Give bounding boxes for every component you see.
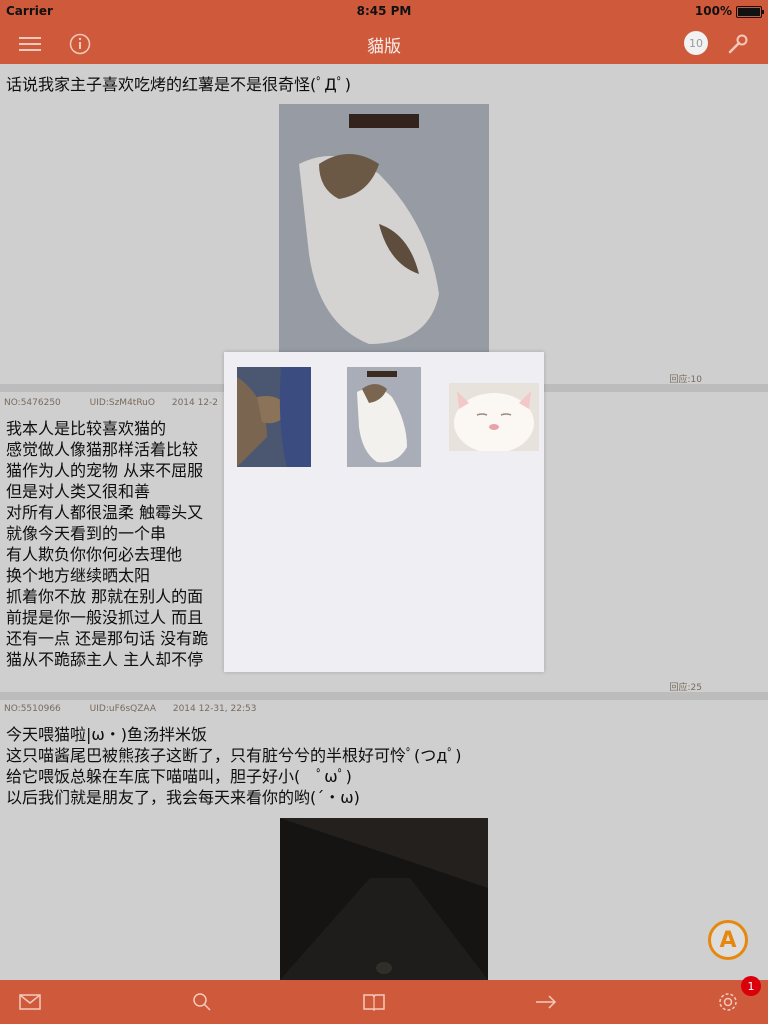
image-picker-popover bbox=[224, 352, 544, 672]
gear-icon[interactable] bbox=[716, 990, 740, 1014]
clock: 8:45 PM bbox=[356, 4, 412, 18]
book-icon[interactable] bbox=[362, 990, 386, 1014]
search-icon[interactable] bbox=[190, 990, 214, 1014]
nav-bar: 貓版 10 bbox=[0, 22, 768, 64]
thumbnail-cat-2[interactable] bbox=[347, 367, 421, 467]
thumbnail-cat-1[interactable] bbox=[237, 367, 311, 467]
a-logo-icon[interactable]: A bbox=[708, 920, 748, 960]
mail-icon[interactable] bbox=[18, 990, 42, 1014]
count-badge[interactable]: 10 bbox=[684, 31, 708, 55]
wrench-icon[interactable] bbox=[724, 30, 752, 58]
page-title: 貓版 bbox=[367, 37, 401, 57]
status-bar: Carrier 8:45 PM 100% bbox=[0, 0, 768, 22]
battery-icon bbox=[736, 6, 764, 18]
notification-badge: 1 bbox=[741, 976, 761, 996]
battery-percent: 100% bbox=[694, 4, 732, 18]
tab-bar: 1 bbox=[0, 976, 768, 1024]
thumbnail-cat-3[interactable] bbox=[449, 383, 539, 451]
arrow-right-icon[interactable] bbox=[534, 990, 558, 1014]
